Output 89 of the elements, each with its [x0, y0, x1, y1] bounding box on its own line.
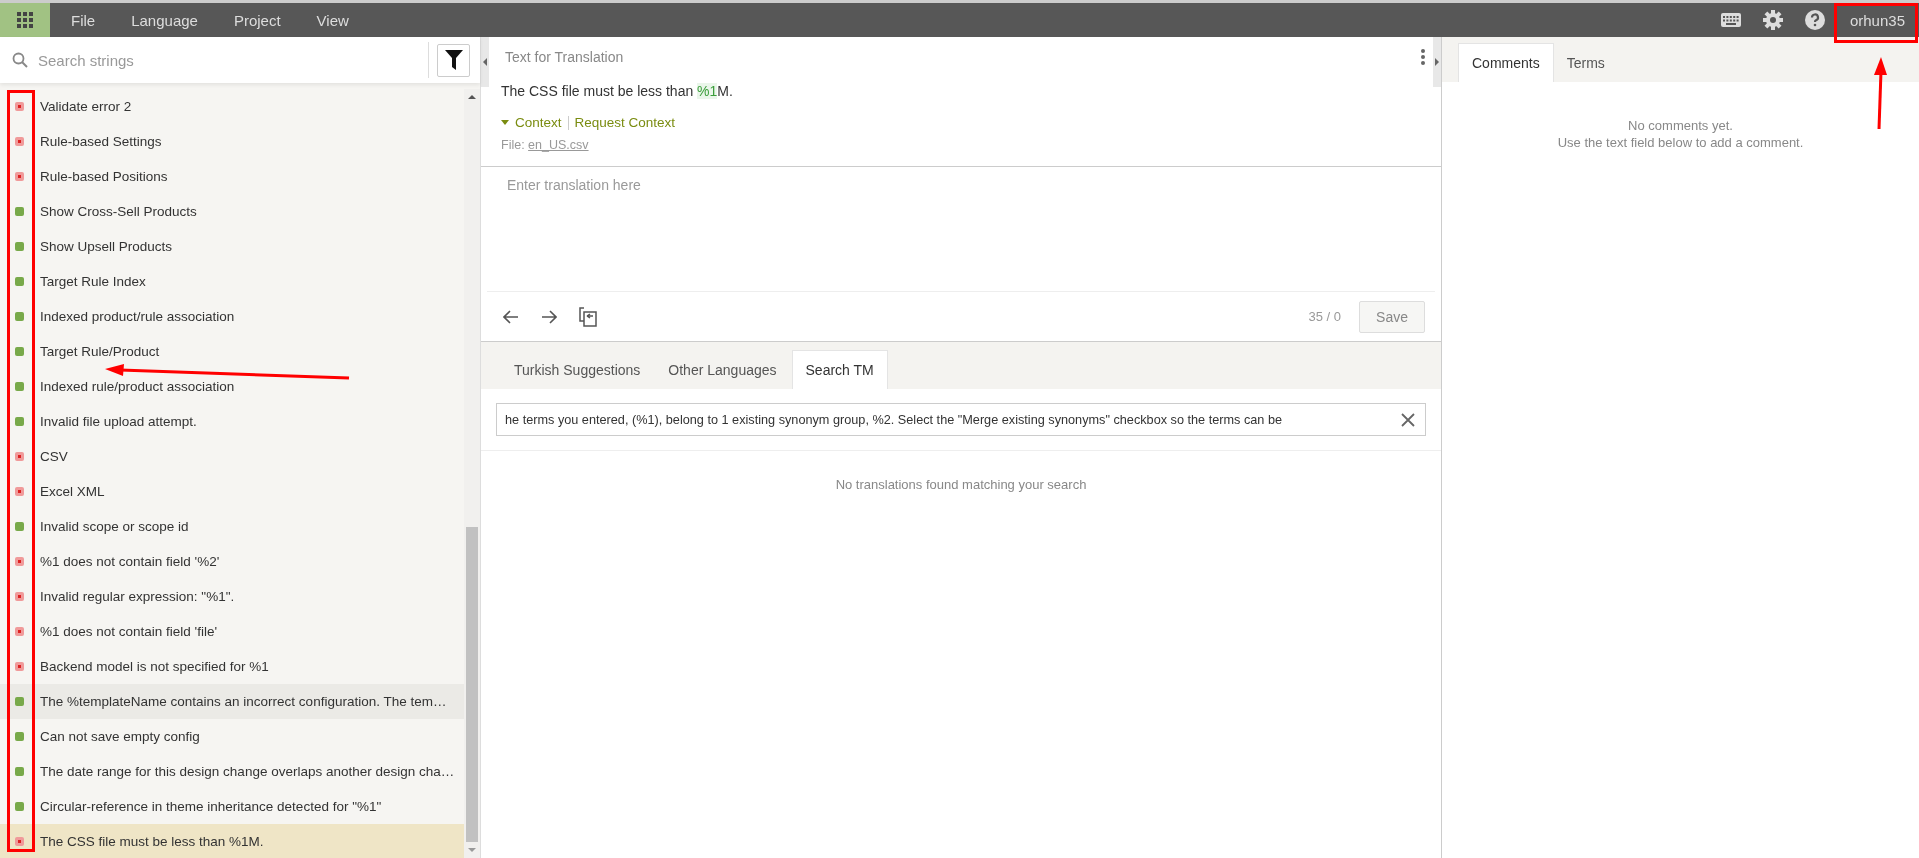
- settings-icon: [1762, 10, 1783, 30]
- string-list-item[interactable]: Invalid file upload attempt.: [0, 404, 464, 439]
- user-menu-button[interactable]: orhun35: [1835, 3, 1919, 37]
- search-icon: [12, 52, 28, 68]
- string-text: Rule-based Positions: [40, 169, 168, 184]
- string-list-item[interactable]: Validate error 2: [0, 89, 464, 124]
- request-context-link[interactable]: Request Context: [574, 115, 676, 130]
- string-list-item[interactable]: %1 does not contain field '%2': [0, 544, 464, 579]
- keyboard-icon: [1720, 13, 1741, 27]
- no-comments-title: No comments yet.: [1628, 118, 1733, 133]
- scroll-up-icon: [468, 95, 476, 99]
- file-label: File:: [501, 138, 525, 152]
- string-list-item[interactable]: The %templateName contains an incorrect configuration. The tem…: [0, 684, 464, 719]
- copy-source-button[interactable]: [579, 306, 597, 327]
- string-text: Invalid scope or scope id: [40, 519, 189, 534]
- filter-icon: [444, 50, 463, 70]
- string-text: Show Upsell Products: [40, 239, 173, 254]
- apps-menu-button[interactable]: [0, 3, 50, 37]
- string-text: Invalid file upload attempt.: [40, 414, 197, 429]
- next-button[interactable]: [541, 309, 557, 324]
- string-list-item[interactable]: Show Cross-Sell Products: [0, 194, 464, 229]
- string-text: Show Cross-Sell Products: [40, 204, 197, 219]
- string-list-item[interactable]: Backend model is not specified for %1: [0, 649, 464, 684]
- side-panel-tab[interactable]: Terms: [1553, 44, 1618, 82]
- string-text: Target Rule Index: [40, 274, 146, 289]
- string-text: The date range for this design change overlaps another design cha…: [40, 764, 455, 779]
- string-list-item[interactable]: The CSS file must be less than %1M.: [0, 824, 464, 858]
- empty-results-message: No translations found matching your search: [834, 476, 1088, 492]
- string-list-item[interactable]: CSV: [0, 439, 464, 474]
- string-text: Indexed product/rule association: [40, 309, 235, 324]
- suggestion-tab[interactable]: Turkish Suggestions: [501, 351, 654, 389]
- string-text: Validate error 2: [40, 99, 132, 114]
- menu-item[interactable]: Project: [218, 3, 296, 37]
- search-field[interactable]: Search strings: [36, 42, 429, 78]
- string-list-item[interactable]: Rule-based Settings: [0, 124, 464, 159]
- string-list-item[interactable]: Target Rule Index: [0, 264, 464, 299]
- string-text: Can not save empty config: [40, 729, 200, 744]
- more-options-icon[interactable]: [1421, 49, 1425, 65]
- string-text: CSV: [40, 449, 68, 464]
- tm-search-field[interactable]: he terms you entered, (%1), belong to 1 existing synonym group, %2. Select the "Merge existing synonyms" checkbox so the terms can be: [496, 403, 1426, 436]
- suggestion-tab[interactable]: Search TM: [791, 350, 888, 389]
- search-bar[interactable]: Search strings: [0, 37, 480, 83]
- suggestion-tab[interactable]: Other Languages: [655, 351, 790, 389]
- string-list-item[interactable]: Can not save empty config: [0, 719, 464, 754]
- no-comments-hint: Use the text field below to add a comment.: [1557, 135, 1804, 150]
- left-arrow-icon: [503, 309, 519, 324]
- string-text: %1 does not contain field 'file': [40, 624, 218, 639]
- caret-icon: [501, 120, 509, 125]
- string-text: Backend model is not specified for %1: [40, 659, 269, 674]
- copy-icon: [579, 306, 597, 327]
- menu-item[interactable]: File: [56, 3, 111, 37]
- previous-button[interactable]: [503, 309, 519, 324]
- menu-item[interactable]: View: [301, 3, 364, 37]
- collapse-left-handle[interactable]: [481, 37, 489, 87]
- string-text: The %templateName contains an incorrect configuration. The tem…: [40, 694, 447, 709]
- string-list-item[interactable]: Indexed rule/product association: [0, 369, 464, 404]
- string-text: Indexed rule/product association: [40, 379, 235, 394]
- source-text: The CSS file must be less than %1M.: [500, 82, 734, 99]
- string-list-item[interactable]: Rule-based Positions: [0, 159, 464, 194]
- string-text: Target Rule/Product: [40, 344, 160, 359]
- string-text: %1 does not contain field '%2': [40, 554, 220, 569]
- string-list-item[interactable]: Excel XML: [0, 474, 464, 509]
- character-counter: 35 / 0: [1308, 309, 1342, 324]
- clear-icon[interactable]: [1401, 412, 1415, 427]
- right-arrow-icon: [541, 309, 557, 324]
- string-list-item[interactable]: The date range for this design change overlaps another design cha…: [0, 754, 464, 789]
- filter-button[interactable]: [437, 43, 470, 77]
- string-text: The CSS file must be less than %1M.: [40, 834, 264, 849]
- context-toggle[interactable]: Context: [501, 115, 562, 130]
- string-text: Rule-based Settings: [40, 134, 162, 149]
- string-text: Invalid regular expression: "%1".: [40, 589, 235, 604]
- string-list-item[interactable]: Indexed product/rule association: [0, 299, 464, 334]
- scroll-down-icon: [468, 848, 476, 852]
- grid-icon: [17, 12, 33, 28]
- panel-title: Text for Translation: [505, 49, 625, 65]
- side-panel-tab[interactable]: Comments: [1458, 43, 1554, 82]
- string-list-item[interactable]: Invalid scope or scope id: [0, 509, 464, 544]
- string-list-item[interactable]: %1 does not contain field 'file': [0, 614, 464, 649]
- string-text: Circular-reference in theme inheritance detected for "%1": [40, 799, 382, 814]
- annotation-arrow-overlay: [1872, 57, 1888, 129]
- string-list-item[interactable]: Invalid regular expression: "%1".: [0, 579, 464, 614]
- scrollbar-thumb[interactable]: [466, 527, 478, 842]
- scrollbar[interactable]: [464, 89, 480, 858]
- menu-item[interactable]: Language: [116, 3, 213, 37]
- string-text: Excel XML: [40, 484, 105, 499]
- string-list-item[interactable]: Circular-reference in theme inheritance detected for "%1": [0, 789, 464, 824]
- help-icon: [1804, 10, 1825, 30]
- string-list-item[interactable]: Show Upsell Products: [0, 229, 464, 264]
- collapse-right-handle[interactable]: [1433, 37, 1441, 87]
